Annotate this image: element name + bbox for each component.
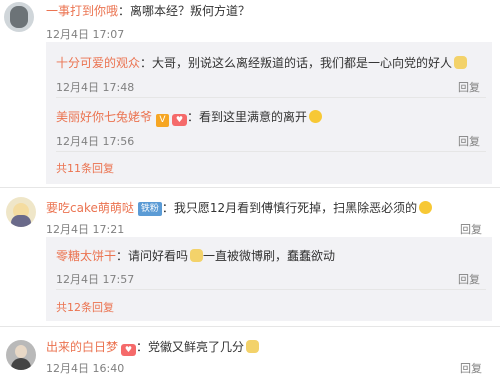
reply-button[interactable]: 回复 xyxy=(458,133,480,149)
reply-user[interactable]: 零糖太饼干 xyxy=(56,249,116,263)
avatar-body xyxy=(11,358,31,370)
reply-time: 12月4日 17:56 xyxy=(56,135,135,148)
comment-text: ：我只愿12月看到傅慎行死掉，扫黑除恶必须的 xyxy=(161,201,418,215)
reply-button[interactable]: 回复 xyxy=(460,221,482,237)
reply-button[interactable]: 回复 xyxy=(460,360,482,376)
comment-time: 12月4日 16:40 xyxy=(46,362,125,375)
reply-button[interactable]: 回复 xyxy=(458,79,480,95)
heart-badge-icon: ♥ xyxy=(172,114,188,126)
reply-line: 美丽好你七兔姥爷 V ♥ ：看到这里满意的离开 xyxy=(56,108,323,127)
avatar[interactable] xyxy=(4,2,34,32)
avatar-face xyxy=(15,345,27,358)
comment-3-line: 出来的白日梦 ♥ ：党徽又鲜亮了几分 xyxy=(46,338,260,356)
emoji-icon xyxy=(454,56,468,69)
avatar[interactable] xyxy=(6,197,36,227)
reply-text-cont: 一直被微博刷，蠢蠢欲动 xyxy=(203,249,336,263)
reply-text: ：请问好看吗 xyxy=(116,249,189,263)
emoji-icon xyxy=(419,201,433,214)
fan-badge: 铁粉 xyxy=(137,202,162,216)
comment-user[interactable]: 出来的白日梦 xyxy=(46,340,118,354)
comment-user[interactable]: 要吃cake萌萌哒 xyxy=(46,201,134,215)
comment-text: ：党徽又鲜亮了几分 xyxy=(136,340,245,354)
reply-line: 十分可爱的观众：大哥，别说这么离经叛道的话，我们都是一心向党的好人 xyxy=(56,54,486,71)
avatar[interactable] xyxy=(6,340,36,370)
reply-text: ：大哥，别说这么离经叛道的话，我们都是一心向党的好人 xyxy=(140,56,453,70)
comment-2-line: 要吃cake萌萌哒 铁粉 ：我只愿12月看到傅慎行死掉，扫黑除恶必须的 xyxy=(46,199,433,216)
emoji-icon xyxy=(190,249,204,262)
reply-user[interactable]: 美丽好你七兔姥爷 xyxy=(56,110,152,124)
comment-time: 12月4日 17:21 xyxy=(46,223,125,236)
comment-text: ：离哪本经？叛何方道？ xyxy=(118,4,251,18)
divider xyxy=(56,289,486,290)
more-replies-link[interactable]: 共12条回复 xyxy=(56,299,114,315)
more-replies-link[interactable]: 共11条回复 xyxy=(56,160,114,176)
v-badge-icon: V xyxy=(156,114,170,127)
divider xyxy=(56,97,486,98)
reply-button[interactable]: 回复 xyxy=(458,271,480,287)
reply-time: 12月4日 17:57 xyxy=(56,273,135,286)
heart-badge-icon: ♥ xyxy=(121,344,137,356)
reply-time: 12月4日 17:48 xyxy=(56,81,135,94)
reply-text: ：看到这里满意的离开 xyxy=(187,110,308,124)
divider xyxy=(0,326,500,327)
reply-user[interactable]: 十分可爱的观众 xyxy=(56,56,140,70)
comment-user[interactable]: 一事打到你哦 xyxy=(46,4,118,18)
comment-time: 12月4日 17:07 xyxy=(46,28,125,41)
reply-line: 零糖太饼干：请问好看吗 一直被微博刷，蠢蠢欲动 xyxy=(56,247,335,264)
emoji-icon xyxy=(309,110,323,123)
comment-1-line: 一事打到你哦：离哪本经？叛何方道？ xyxy=(46,2,250,19)
divider xyxy=(56,151,486,152)
divider xyxy=(0,187,500,188)
emoji-icon xyxy=(246,340,260,353)
